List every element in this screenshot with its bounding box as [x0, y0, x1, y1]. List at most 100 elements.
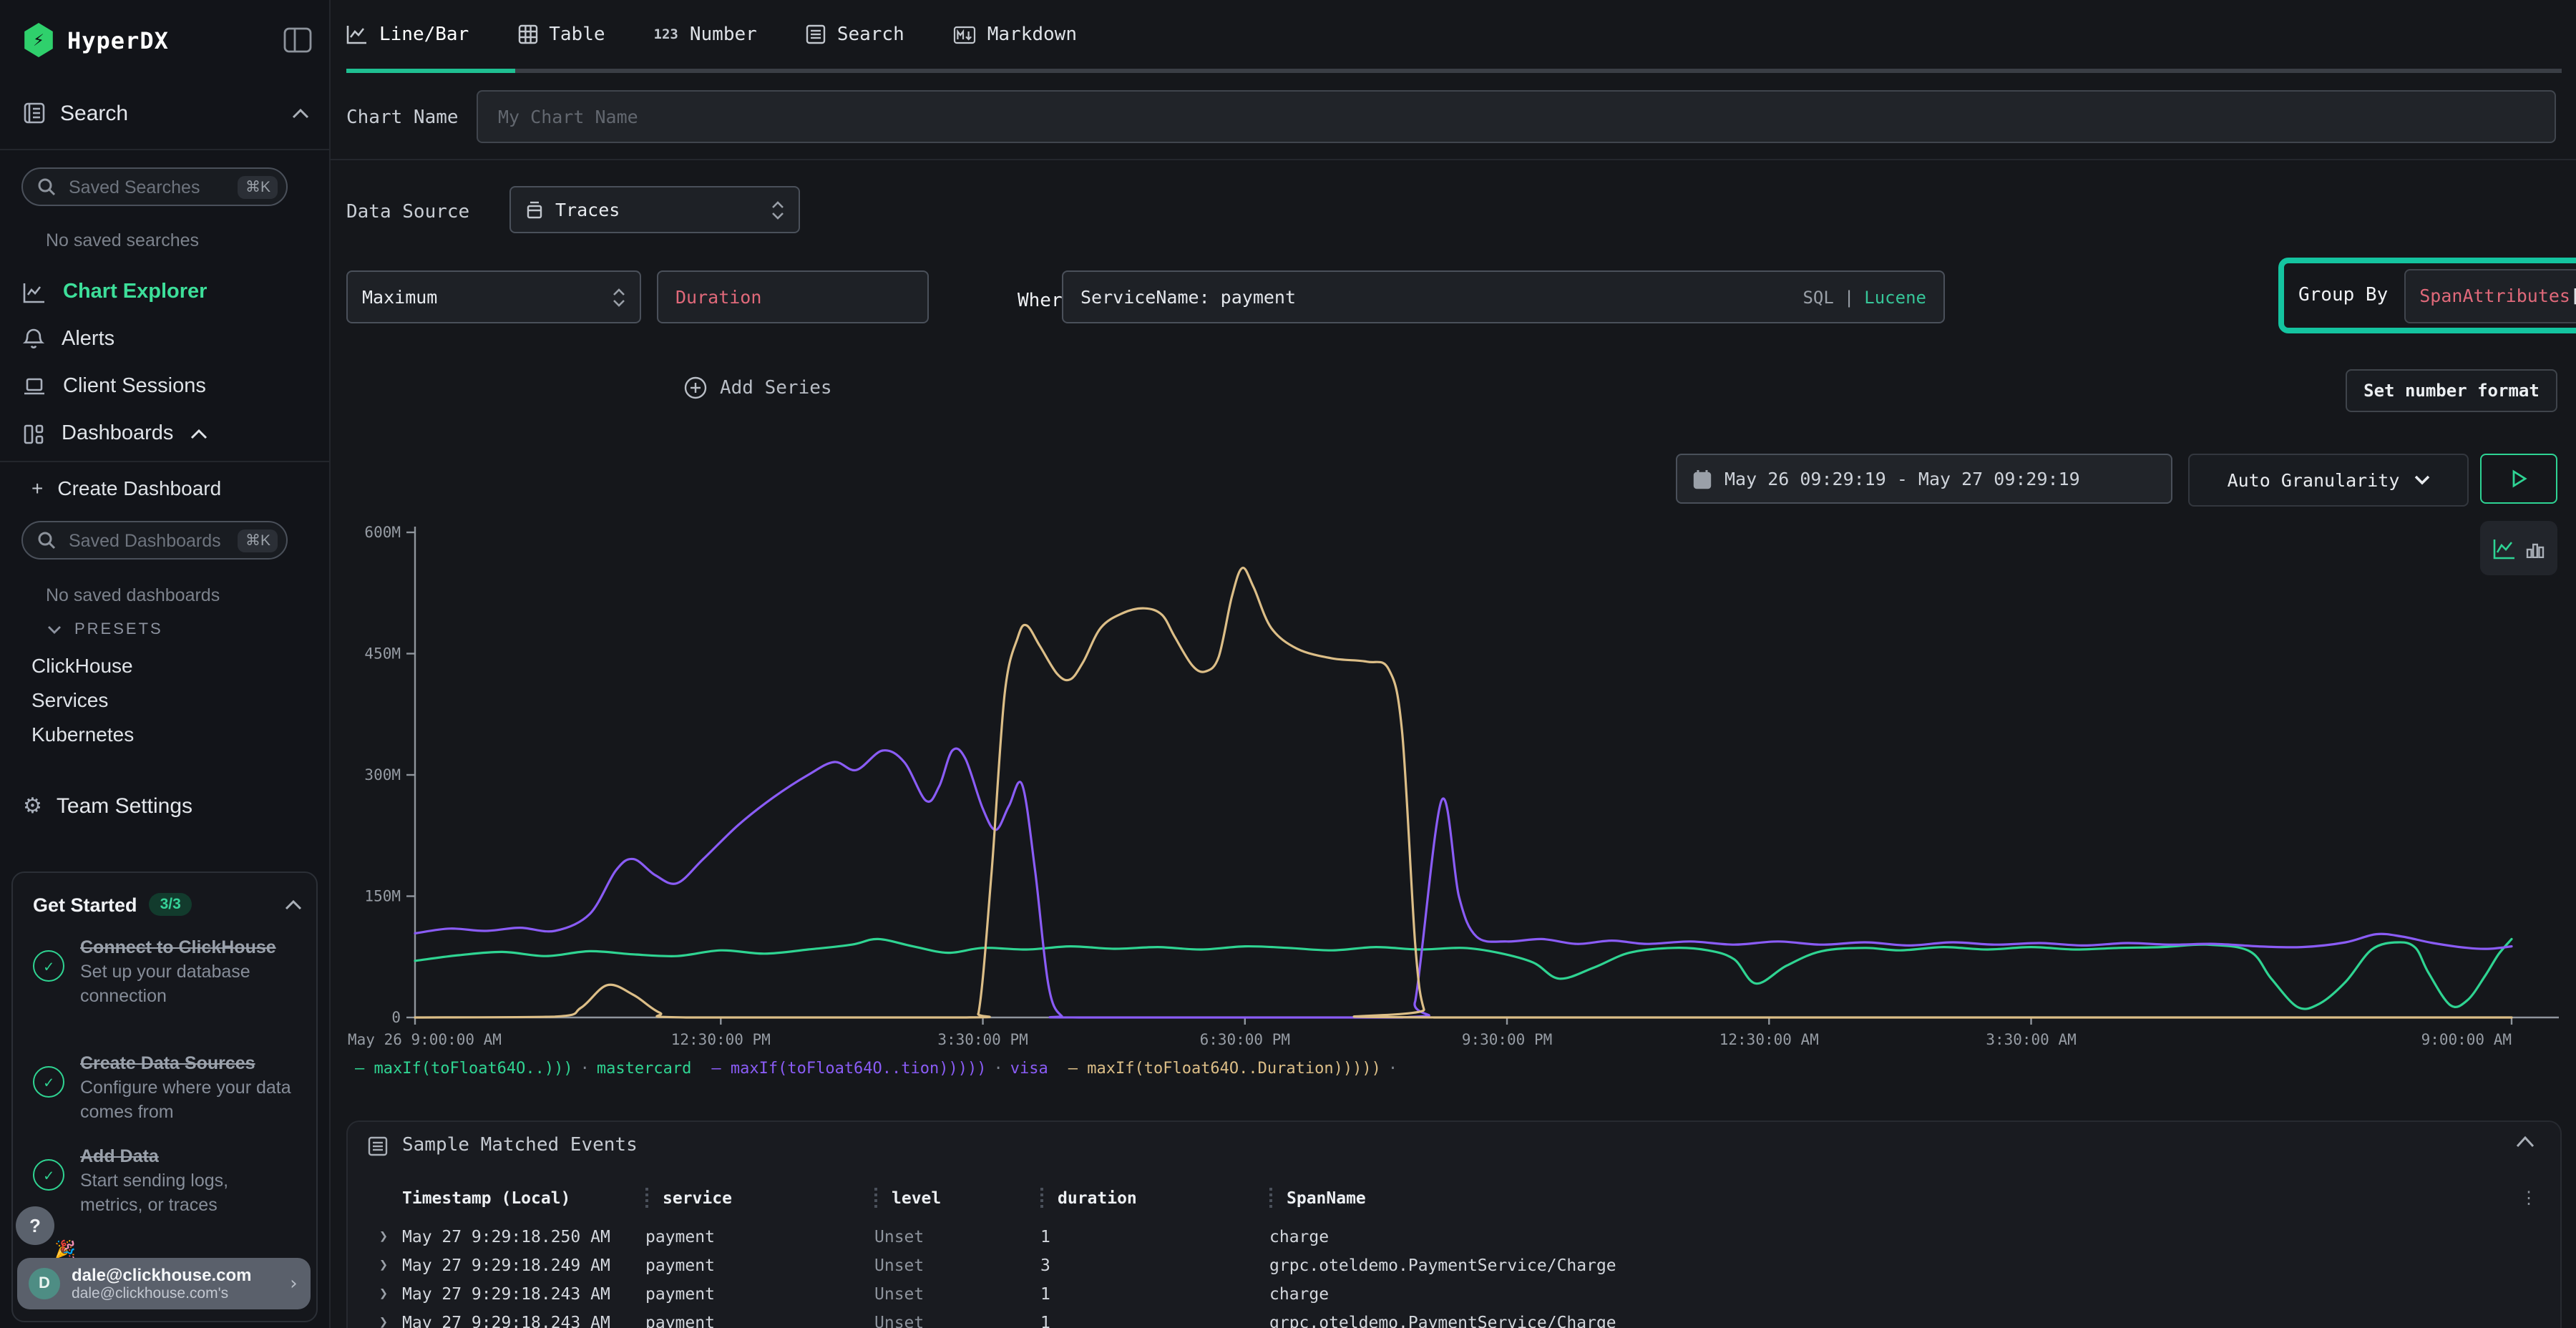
saved-dashboards-search[interactable]: ⌘K [21, 521, 288, 560]
where-field[interactable]: ServiceName: payment SQL | Lucene [1062, 270, 1945, 323]
table-cell: 3 [1040, 1255, 1269, 1275]
add-series-button[interactable]: Add Series [684, 376, 832, 399]
get-started-badge: 3/3 [149, 893, 192, 916]
chevron-up-icon[interactable] [292, 108, 309, 118]
chart-name-label: Chart Name [346, 107, 459, 129]
table-row[interactable]: ❯May 27 9:29:18.250 AMpaymentUnset1charg… [379, 1222, 2503, 1251]
sidebar-item-chart-explorer[interactable]: Chart Explorer [23, 275, 315, 309]
hyperdx-logo-icon: ⚡ [23, 23, 54, 57]
table-cell: May 27 9:29:18.243 AM [402, 1284, 645, 1304]
date-range-picker[interactable]: May 26 09:29:19 - May 27 09:29:19 [1676, 454, 2172, 504]
column-header[interactable]: Timestamp (Local) [402, 1188, 645, 1208]
table-cell: grpc.oteldemo.PaymentService/Charge [1269, 1312, 2503, 1328]
expand-row-icon[interactable]: ❯ [379, 1257, 402, 1273]
expand-row-icon[interactable]: ❯ [379, 1229, 402, 1244]
saved-searches-search[interactable]: ⌘K [21, 167, 288, 206]
preset-kubernetes[interactable]: Kubernetes [31, 723, 134, 746]
get-started-item[interactable]: ✓ Add Data Start sending logs, metrics, … [33, 1145, 302, 1217]
tab-search[interactable]: Search [806, 0, 904, 69]
table-cell: May 27 9:29:18.250 AM [402, 1226, 645, 1246]
legend-separator: · [580, 1059, 590, 1078]
legend-item[interactable]: — maxIf(toFloat64O..Duration)))))· [1068, 1059, 1405, 1078]
saved-dashboards-input[interactable] [66, 529, 228, 552]
table-cell: 1 [1040, 1284, 1269, 1304]
tab-table[interactable]: Table [517, 0, 605, 69]
timeseries-chart[interactable]: 600M450M300M150M0May 26 9:00:00 AM12:30:… [343, 515, 2562, 1059]
database-icon [525, 200, 544, 220]
legend-separator: · [994, 1059, 1003, 1078]
data-source-label: Data Source [346, 202, 469, 223]
column-settings-icon[interactable]: ⋮ [2520, 1188, 2537, 1208]
presets-label: PRESETS [74, 621, 163, 638]
collapse-sidebar-icon[interactable] [283, 27, 312, 53]
preset-services[interactable]: Services [31, 688, 108, 711]
sidebar-item-dashboards[interactable]: Dashboards [23, 416, 315, 451]
chevron-up-icon[interactable] [285, 899, 302, 909]
expand-row-icon[interactable]: ❯ [379, 1286, 402, 1302]
column-header[interactable]: service [645, 1188, 874, 1208]
table-cell: Unset [874, 1312, 1040, 1328]
tab-number[interactable]: 123 Number [654, 0, 757, 69]
sidebar-item-client-sessions[interactable]: Client Sessions [23, 369, 315, 404]
tab-label: Markdown [987, 24, 1077, 45]
table-row[interactable]: ❯May 27 9:29:18.249 AMpaymentUnset3grpc.… [379, 1251, 2503, 1279]
table-cell: grpc.oteldemo.PaymentService/Charge [1269, 1255, 2503, 1275]
legend-item[interactable]: — maxIf(toFloat64O..)))·mastercard [355, 1059, 691, 1078]
svg-text:3:30:00 PM: 3:30:00 PM [937, 1031, 1028, 1048]
saved-searches-input[interactable] [66, 175, 228, 198]
list-icon [368, 1136, 388, 1156]
field-input[interactable]: Duration [657, 270, 929, 323]
column-header[interactable]: duration [1040, 1188, 1269, 1208]
table-cell: May 27 9:29:18.249 AM [402, 1255, 645, 1275]
tab-label: Line/Bar [379, 24, 469, 45]
svg-text:12:30:00 PM: 12:30:00 PM [671, 1031, 771, 1048]
table-cell: Unset [874, 1255, 1040, 1275]
user-menu[interactable]: D dale@clickhouse.com dale@clickhouse.co… [17, 1258, 311, 1309]
get-started-item[interactable]: ✓ Connect to ClickHouse Set up your data… [33, 936, 302, 1008]
sql-toggle[interactable]: SQL [1802, 287, 1833, 307]
presets-toggle[interactable]: PRESETS [47, 621, 163, 638]
table-cell: 1 [1040, 1226, 1269, 1246]
tab-label: Table [549, 24, 605, 45]
table-cell: payment [645, 1255, 874, 1275]
preset-clickhouse[interactable]: ClickHouse [31, 654, 133, 677]
sidebar-item-alerts[interactable]: Alerts [23, 322, 315, 356]
legend-expr: maxIf(toFloat64O..))) [374, 1059, 573, 1078]
table-cell: payment [645, 1226, 874, 1246]
team-settings-item[interactable]: ⚙ Team Settings [23, 790, 309, 821]
aggregation-select[interactable]: Maximum [346, 270, 641, 323]
table-row[interactable]: ❯May 27 9:29:18.243 AMpaymentUnset1charg… [379, 1279, 2503, 1308]
expand-row-icon[interactable]: ❯ [379, 1314, 402, 1328]
set-number-format-button[interactable]: Set number format [2346, 369, 2557, 412]
tab-line-bar[interactable]: Line/Bar [346, 0, 469, 69]
chart-name-input[interactable] [495, 104, 2537, 129]
chart-name-field [477, 90, 2556, 143]
svg-text:150M: 150M [364, 888, 401, 905]
tab-label: Number [690, 24, 757, 45]
lucene-toggle[interactable]: Lucene [1864, 287, 1926, 307]
granularity-select[interactable]: Auto Granularity [2188, 454, 2469, 507]
create-dashboard-button[interactable]: + Create Dashboard [31, 477, 221, 499]
help-button[interactable]: ? [16, 1206, 54, 1245]
table-cell: payment [645, 1312, 874, 1328]
chevron-up-icon[interactable] [2516, 1136, 2534, 1148]
run-query-button[interactable] [2480, 454, 2557, 504]
group-by-input[interactable]: SpanAttributes['app.payment.card_type'] [2404, 268, 2576, 323]
chevron-up-icon[interactable] [190, 429, 208, 439]
select-chevrons-icon [771, 200, 784, 220]
select-chevrons-icon [613, 287, 625, 307]
chart-type-tabs: Line/Bar Table 123 Number Search [346, 0, 2562, 69]
get-started-item[interactable]: ✓ Create Data Sources Configure where yo… [33, 1052, 302, 1124]
series-line-mastercard [415, 939, 2512, 1009]
gear-icon: ⚙ [23, 793, 42, 819]
sidebar-section-search[interactable]: Search [23, 97, 309, 129]
number-123-icon: 123 [654, 26, 678, 42]
get-started-title: Get Started [33, 894, 137, 915]
column-header[interactable]: SpanName [1269, 1188, 2503, 1208]
legend-item[interactable]: — maxIf(toFloat64O..tion)))))·visa [711, 1059, 1048, 1078]
data-source-select[interactable]: Traces [509, 186, 800, 233]
svg-text:May 26 9:00:00 AM: May 26 9:00:00 AM [348, 1031, 502, 1048]
tab-markdown[interactable]: Markdown [953, 0, 1077, 69]
table-row[interactable]: ❯May 27 9:29:18.243 AMpaymentUnset1grpc.… [379, 1308, 2503, 1328]
column-header[interactable]: level [874, 1188, 1040, 1208]
